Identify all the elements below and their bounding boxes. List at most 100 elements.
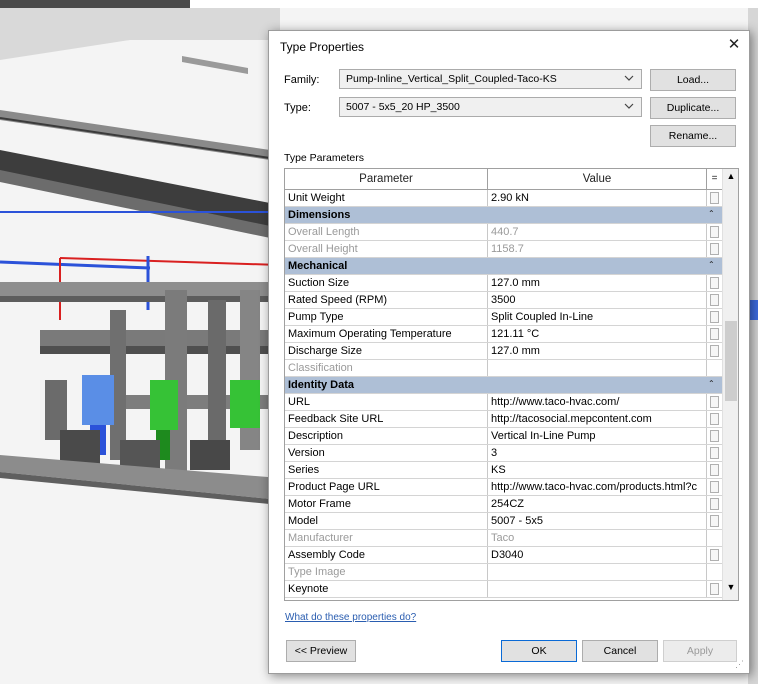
parameter-value[interactable]: Vertical In-Line Pump: [488, 428, 707, 444]
associate-parameter-button[interactable]: [710, 294, 719, 306]
parameter-value: 1158.7: [488, 241, 707, 257]
scrollbar-thumb[interactable]: [725, 321, 737, 401]
double-chevron-up-icon[interactable]: ⌃: [708, 260, 715, 270]
grid-header: Parameter Value =: [285, 169, 722, 190]
group-header[interactable]: Dimensions ⌃: [285, 207, 722, 224]
parameter-row[interactable]: Series KS: [285, 462, 722, 479]
parameter-value[interactable]: 3500: [488, 292, 707, 308]
parameter-row[interactable]: Suction Size 127.0 mm: [285, 275, 722, 292]
value-column-header[interactable]: Value: [488, 169, 707, 189]
associate-parameter-button[interactable]: [710, 311, 719, 323]
parameter-value[interactable]: [488, 581, 707, 597]
load-button[interactable]: Load...: [650, 69, 736, 91]
preview-button[interactable]: << Preview: [286, 640, 356, 662]
type-properties-dialog: Type Properties ✕ Family: Pump-Inline_Ve…: [268, 30, 750, 674]
parameter-value[interactable]: http://tacosocial.mepcontent.com: [488, 411, 707, 427]
parameter-row[interactable]: Model 5007 - 5x5: [285, 513, 722, 530]
associate-parameter-button[interactable]: [710, 226, 719, 238]
double-chevron-up-icon[interactable]: ⌃: [708, 379, 715, 389]
family-dropdown-value: Pump-Inline_Vertical_Split_Coupled-Taco-…: [346, 73, 557, 85]
parameter-row[interactable]: Type Image: [285, 564, 722, 581]
group-label: Dimensions: [288, 209, 351, 221]
parameter-value[interactable]: D3040: [488, 547, 707, 563]
associate-parameter-button[interactable]: [710, 464, 719, 476]
parameter-row[interactable]: Motor Frame 254CZ: [285, 496, 722, 513]
group-header[interactable]: Identity Data ⌃: [285, 377, 722, 394]
associate-parameter-button[interactable]: [710, 515, 719, 527]
resize-grip-icon[interactable]: ⋰: [735, 659, 744, 670]
close-icon[interactable]: ✕: [725, 36, 743, 54]
parameter-row[interactable]: Version 3: [285, 445, 722, 462]
parameter-row[interactable]: Pump Type Split Coupled In-Line: [285, 309, 722, 326]
parameter-value[interactable]: 121.11 °C: [488, 326, 707, 342]
parameter-value[interactable]: http://www.taco-hvac.com/products.html?c: [488, 479, 707, 495]
parameter-name: Assembly Code: [285, 547, 488, 563]
associate-parameter-button[interactable]: [710, 447, 719, 459]
associate-parameter-button[interactable]: [710, 277, 719, 289]
associate-parameter-button[interactable]: [710, 498, 719, 510]
parameter-value[interactable]: 127.0 mm: [488, 343, 707, 359]
associate-parameter-button[interactable]: [710, 192, 719, 204]
associate-parameter-button[interactable]: [710, 413, 719, 425]
parameter-name: Pump Type: [285, 309, 488, 325]
associate-parameter-button[interactable]: [710, 345, 719, 357]
parameter-row[interactable]: Discharge Size 127.0 mm: [285, 343, 722, 360]
parameter-name: Suction Size: [285, 275, 488, 291]
parameter-value: Taco: [488, 530, 707, 546]
arrow-down-icon[interactable]: ▼: [725, 582, 737, 596]
parameter-value[interactable]: 254CZ: [488, 496, 707, 512]
parameter-name: Discharge Size: [285, 343, 488, 359]
group-label: Mechanical: [288, 260, 348, 272]
parameter-row[interactable]: Keynote: [285, 581, 722, 598]
type-dropdown[interactable]: 5007 - 5x5_20 HP_3500: [339, 97, 642, 117]
parameter-row[interactable]: Unit Weight 2.90 kN: [285, 190, 722, 207]
associate-parameter-button[interactable]: [710, 583, 719, 595]
parameter-row[interactable]: Classification: [285, 360, 722, 377]
parameter-row[interactable]: Product Page URL http://www.taco-hvac.com…: [285, 479, 722, 496]
parameter-value[interactable]: 5007 - 5x5: [488, 513, 707, 529]
parameter-row[interactable]: Feedback Site URL http://tacosocial.mepco…: [285, 411, 722, 428]
column-menu-button[interactable]: =: [707, 169, 722, 189]
associate-parameter-button[interactable]: [710, 328, 719, 340]
grid-scrollbar[interactable]: ▲ ▼: [722, 169, 738, 600]
parameter-column-header[interactable]: Parameter: [285, 169, 488, 189]
parameter-name: Rated Speed (RPM): [285, 292, 488, 308]
parameter-row[interactable]: Description Vertical In-Line Pump: [285, 428, 722, 445]
parameter-row[interactable]: Maximum Operating Temperature 121.11 °C: [285, 326, 722, 343]
associate-parameter-button[interactable]: [710, 396, 719, 408]
parameter-row[interactable]: Overall Height 1158.7: [285, 241, 722, 258]
parameter-name: Classification: [285, 360, 488, 376]
parameter-row[interactable]: URL http://www.taco-hvac.com/: [285, 394, 722, 411]
parameter-value[interactable]: 2.90 kN: [488, 190, 707, 206]
parameter-name: URL: [285, 394, 488, 410]
chevron-down-icon: [624, 103, 634, 109]
associate-parameter-button[interactable]: [710, 481, 719, 493]
double-chevron-up-icon[interactable]: ⌃: [708, 209, 715, 219]
arrow-up-icon[interactable]: ▲: [725, 171, 737, 185]
help-link[interactable]: What do these properties do?: [285, 612, 416, 623]
ok-button[interactable]: OK: [501, 640, 577, 662]
family-dropdown[interactable]: Pump-Inline_Vertical_Split_Coupled-Taco-…: [339, 69, 642, 89]
parameter-row[interactable]: Rated Speed (RPM) 3500: [285, 292, 722, 309]
associate-parameter-button[interactable]: [710, 430, 719, 442]
parameter-value[interactable]: 127.0 mm: [488, 275, 707, 291]
parameter-name: Product Page URL: [285, 479, 488, 495]
parameter-value[interactable]: http://www.taco-hvac.com/: [488, 394, 707, 410]
group-header[interactable]: Mechanical ⌃: [285, 258, 722, 275]
parameter-row[interactable]: Overall Length 440.7: [285, 224, 722, 241]
parameter-row[interactable]: Manufacturer Taco: [285, 530, 722, 547]
parameter-value: [488, 360, 707, 376]
associate-parameter-button[interactable]: [710, 549, 719, 561]
duplicate-button[interactable]: Duplicate...: [650, 97, 736, 119]
rename-button[interactable]: Rename...: [650, 125, 736, 147]
parameter-row[interactable]: Assembly Code D3040: [285, 547, 722, 564]
cancel-button[interactable]: Cancel: [582, 640, 658, 662]
type-parameters-label: Type Parameters: [284, 152, 364, 164]
associate-parameter-button[interactable]: [710, 243, 719, 255]
apply-button: Apply: [663, 640, 737, 662]
parameter-value[interactable]: 3: [488, 445, 707, 461]
parameter-name: Maximum Operating Temperature: [285, 326, 488, 342]
type-dropdown-value: 5007 - 5x5_20 HP_3500: [346, 101, 460, 113]
parameter-value[interactable]: KS: [488, 462, 707, 478]
parameter-value[interactable]: Split Coupled In-Line: [488, 309, 707, 325]
